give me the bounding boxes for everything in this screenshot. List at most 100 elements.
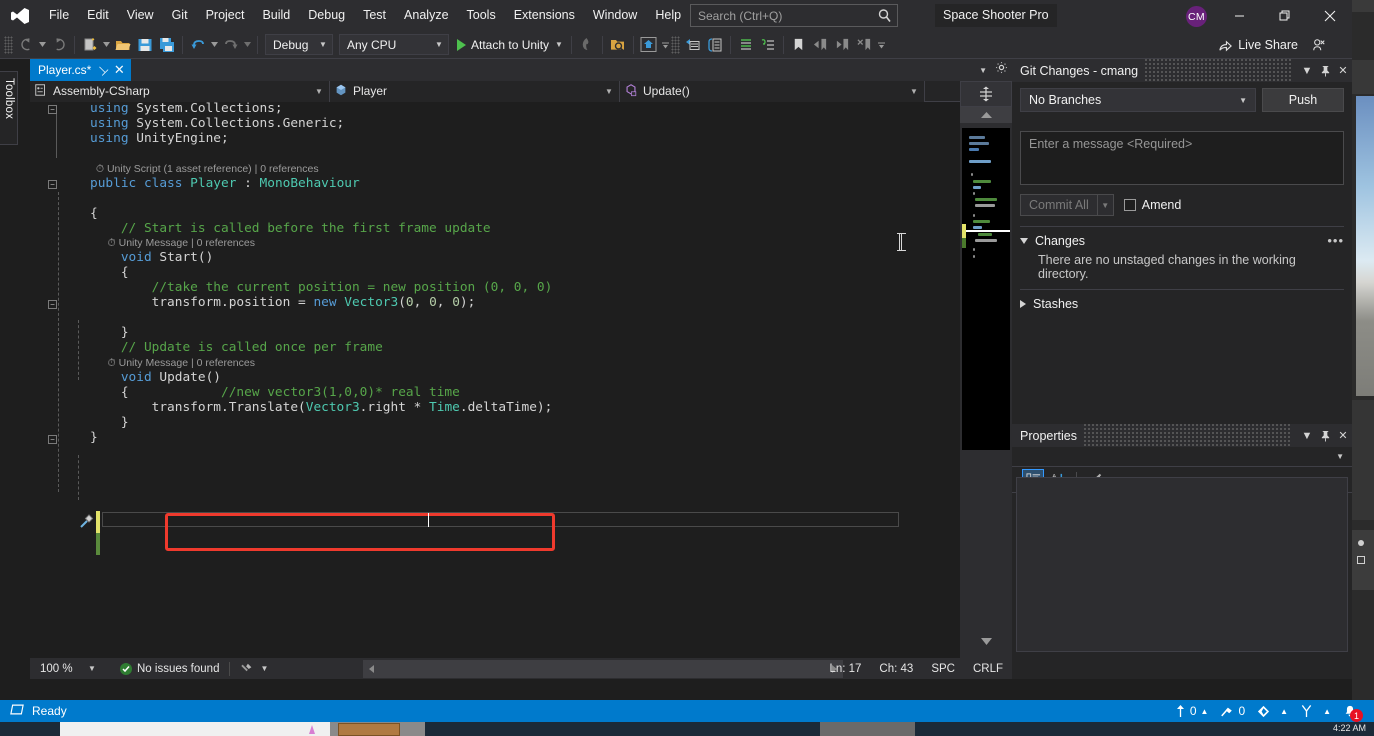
find-in-files-icon[interactable] bbox=[607, 34, 629, 56]
commit-all-button[interactable]: Commit All bbox=[1020, 194, 1098, 216]
properties-grid[interactable] bbox=[1016, 477, 1348, 652]
taskbar-window-preview-3[interactable] bbox=[820, 722, 915, 736]
save-all-icon[interactable] bbox=[156, 34, 178, 56]
toolbar-grip[interactable] bbox=[4, 35, 13, 54]
issues-status[interactable]: No issues found bbox=[108, 662, 219, 675]
gear-icon[interactable] bbox=[995, 61, 1008, 79]
repository-selector[interactable]: ▲ bbox=[1252, 700, 1293, 722]
outgoing-commits[interactable]: 0 ▲ bbox=[1170, 700, 1214, 722]
menu-window[interactable]: Window bbox=[584, 0, 646, 31]
solution-home-dropdown-icon[interactable] bbox=[660, 34, 671, 56]
code-lens[interactable]: ⏱ Unity Message | 0 references bbox=[90, 237, 255, 249]
amend-row[interactable]: Amend bbox=[1123, 198, 1181, 212]
code-lens[interactable]: ⏱ Unity Message | 0 references bbox=[90, 357, 255, 369]
chevron-down-icon[interactable]: ▼ bbox=[1298, 59, 1316, 82]
code-text[interactable]: using System.Collections; using System.Co… bbox=[90, 102, 930, 658]
menu-analyze[interactable]: Analyze bbox=[395, 0, 457, 31]
line-endings[interactable]: CRLF bbox=[964, 663, 1012, 675]
menu-build[interactable]: Build bbox=[253, 0, 299, 31]
navigate-forward-icon[interactable] bbox=[48, 34, 70, 56]
avatar[interactable]: CM bbox=[1186, 6, 1207, 27]
toggle-bookmark-icon[interactable] bbox=[788, 34, 810, 56]
solution-explorer-icon[interactable] bbox=[682, 34, 704, 56]
toolbar-grip-2[interactable] bbox=[670, 35, 680, 54]
changes-section-header[interactable]: Changes ••• bbox=[1020, 226, 1344, 248]
solution-configuration-combo[interactable]: Debug ▼ bbox=[265, 34, 333, 55]
notifications-button[interactable]: 1 bbox=[1338, 700, 1363, 722]
zoom-level[interactable]: 100 % bbox=[30, 663, 88, 675]
taskbar-clock[interactable]: 4:22 AM bbox=[1333, 723, 1366, 733]
menu-tools[interactable]: Tools bbox=[458, 0, 505, 31]
search-input[interactable]: Search (Ctrl+Q) bbox=[690, 4, 898, 27]
split-view-icon[interactable] bbox=[960, 81, 1012, 107]
menu-extensions[interactable]: Extensions bbox=[505, 0, 584, 31]
toolbox-tab[interactable]: Toolbox bbox=[0, 71, 18, 145]
object-browser-icon[interactable] bbox=[757, 34, 779, 56]
restore-button[interactable] bbox=[1262, 0, 1307, 31]
team-explorer-icon[interactable] bbox=[704, 34, 726, 56]
new-project-icon[interactable] bbox=[79, 34, 101, 56]
close-icon[interactable]: ✕ bbox=[1334, 424, 1352, 447]
minimize-button[interactable] bbox=[1217, 0, 1262, 31]
git-changes-drag-handle[interactable] bbox=[1144, 59, 1292, 82]
fold-usings-icon[interactable]: − bbox=[48, 105, 57, 114]
chevron-down-icon[interactable]: ▼ bbox=[1298, 424, 1316, 447]
branch-selector[interactable]: No Branches ▼ bbox=[1020, 88, 1256, 112]
solution-home-icon[interactable] bbox=[638, 34, 660, 56]
stashes-section-header[interactable]: Stashes bbox=[1020, 289, 1344, 311]
code-minimap[interactable] bbox=[960, 81, 1012, 679]
commit-message-input[interactable]: Enter a message <Required> bbox=[1020, 131, 1344, 185]
pin-icon[interactable]: ⊣ bbox=[94, 61, 111, 78]
indentation-mode[interactable]: SPC bbox=[922, 663, 964, 675]
scroll-left-icon[interactable] bbox=[369, 665, 374, 673]
menu-view[interactable]: View bbox=[118, 0, 163, 31]
solution-platform-combo[interactable]: Any CPU ▼ bbox=[339, 34, 449, 55]
chevron-down-icon[interactable]: ▼ bbox=[979, 66, 987, 75]
issue-filter-button[interactable]: ▼ bbox=[240, 662, 268, 676]
fold-start-icon[interactable]: − bbox=[48, 300, 57, 309]
hot-reload-icon[interactable] bbox=[576, 34, 598, 56]
code-lens[interactable]: ⏱ Unity Script (1 asset reference) | 0 r… bbox=[90, 163, 319, 175]
menu-git[interactable]: Git bbox=[163, 0, 197, 31]
commit-all-dropdown-icon[interactable]: ▼ bbox=[1097, 194, 1114, 216]
pin-icon[interactable] bbox=[1316, 424, 1334, 447]
properties-window-icon[interactable] bbox=[735, 34, 757, 56]
branch-selector-status[interactable]: ▲ bbox=[1295, 700, 1336, 722]
pin-icon[interactable] bbox=[1316, 59, 1334, 82]
undo-dropdown-icon[interactable] bbox=[209, 34, 220, 56]
scroll-up-button[interactable] bbox=[960, 107, 1012, 123]
horizontal-scrollbar[interactable] bbox=[363, 660, 843, 678]
pin-toolbar-icon[interactable] bbox=[1308, 34, 1330, 56]
properties-drag-handle[interactable] bbox=[1082, 424, 1292, 447]
navigate-back-dropdown-icon[interactable] bbox=[37, 34, 48, 56]
open-file-icon[interactable] bbox=[112, 34, 134, 56]
breadcrumb-type-combo[interactable]: Player ▼ bbox=[330, 80, 620, 102]
attach-to-unity-button[interactable]: Attach to Unity ▼ bbox=[452, 34, 567, 56]
properties-object-selector[interactable]: ▼ bbox=[1012, 447, 1352, 467]
redo-icon[interactable] bbox=[220, 34, 242, 56]
live-share-button[interactable]: Live Share bbox=[1214, 34, 1302, 56]
minimap-canvas[interactable] bbox=[962, 128, 1010, 450]
previous-bookmark-icon[interactable] bbox=[810, 34, 832, 56]
menu-edit[interactable]: Edit bbox=[78, 0, 118, 31]
fold-class-icon[interactable]: − bbox=[48, 180, 57, 189]
push-button[interactable]: Push bbox=[1262, 88, 1344, 112]
changes-overflow-icon[interactable]: ••• bbox=[1327, 233, 1344, 248]
fold-update-icon[interactable]: − bbox=[48, 435, 57, 444]
scroll-down-button[interactable] bbox=[960, 633, 1012, 649]
new-project-dropdown-icon[interactable] bbox=[101, 34, 112, 56]
toolbar-overflow-icon[interactable] bbox=[876, 34, 887, 56]
redo-dropdown-icon[interactable] bbox=[242, 34, 253, 56]
tab-player-cs[interactable]: Player.cs* ⊣ ✕ bbox=[30, 59, 131, 81]
amend-checkbox[interactable] bbox=[1123, 199, 1136, 211]
menu-test[interactable]: Test bbox=[354, 0, 395, 31]
menu-help[interactable]: Help bbox=[646, 0, 690, 31]
breadcrumb-project-combo[interactable]: Assembly-CSharp ▼ bbox=[30, 80, 330, 102]
menu-debug[interactable]: Debug bbox=[299, 0, 354, 31]
clear-bookmarks-icon[interactable] bbox=[854, 34, 876, 56]
save-icon[interactable] bbox=[134, 34, 156, 56]
breadcrumb-member-combo[interactable]: Update() ▼ bbox=[620, 80, 925, 102]
undo-icon[interactable] bbox=[187, 34, 209, 56]
pending-changes[interactable]: 0 bbox=[1215, 700, 1250, 722]
code-surface[interactable]: − − − − using System.Collections; using … bbox=[30, 102, 930, 658]
